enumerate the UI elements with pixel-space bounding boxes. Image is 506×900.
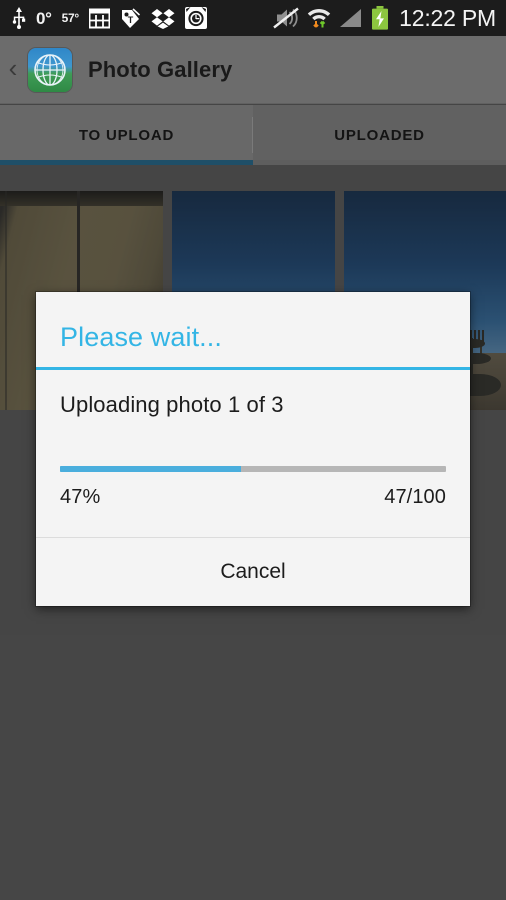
progress-section: 47% 47/100 <box>36 418 470 509</box>
progress-bar-fill <box>60 466 242 473</box>
phone-screen: 0° 57° T 12:22 PM ‹ Photo Gallery TO UPL… <box>0 0 506 900</box>
temperature-57-indicator: 57° <box>61 11 80 25</box>
wifi-icon <box>307 7 331 29</box>
page-title: Photo Gallery <box>88 56 233 82</box>
dialog-spacer <box>36 509 470 537</box>
tab-to-upload[interactable]: TO UPLOAD <box>0 105 253 165</box>
mute-icon <box>273 7 299 29</box>
progress-count-label: 47/100 <box>384 486 446 509</box>
tab-bar: TO UPLOAD UPLOADED <box>0 105 506 165</box>
calendar-icon <box>88 8 111 29</box>
status-bar-left-icons: 0° 57° T <box>0 7 207 29</box>
tab-uploaded-label: UPLOADED <box>334 126 425 144</box>
svg-text:T: T <box>128 15 134 25</box>
progress-percent-label: 47% <box>60 486 101 509</box>
status-bar: 0° 57° T 12:22 PM <box>0 0 506 36</box>
alarm-clock-icon <box>184 7 207 29</box>
status-bar-clock: 12:22 PM <box>399 4 496 31</box>
progress-bar <box>60 466 446 473</box>
tab-to-upload-label: TO UPLOAD <box>78 126 175 144</box>
dropbox-icon <box>151 8 175 29</box>
t-mobile-tag-icon: T <box>120 7 141 29</box>
tab-selected-indicator <box>0 160 253 165</box>
status-bar-right-icons: 12:22 PM <box>273 6 506 30</box>
back-button[interactable]: ‹ <box>0 55 26 84</box>
progress-labels: 47% 47/100 <box>60 472 446 509</box>
battery-charging-icon <box>371 6 389 30</box>
tab-uploaded[interactable]: UPLOADED <box>253 105 506 165</box>
dialog-title: Please wait... <box>60 322 222 352</box>
temperature-zero-indicator: 0° <box>36 8 52 28</box>
dialog-message: Uploading photo 1 of 3 <box>60 392 284 417</box>
signal-icon <box>339 8 363 28</box>
dialog-body: Uploading photo 1 of 3 <box>36 370 470 418</box>
progress-dialog: Please wait... Uploading photo 1 of 3 47… <box>36 292 470 607</box>
usb-icon <box>12 7 26 29</box>
globe-icon <box>28 47 72 92</box>
action-bar: ‹ Photo Gallery <box>0 36 506 104</box>
cancel-button[interactable]: Cancel <box>36 538 470 607</box>
